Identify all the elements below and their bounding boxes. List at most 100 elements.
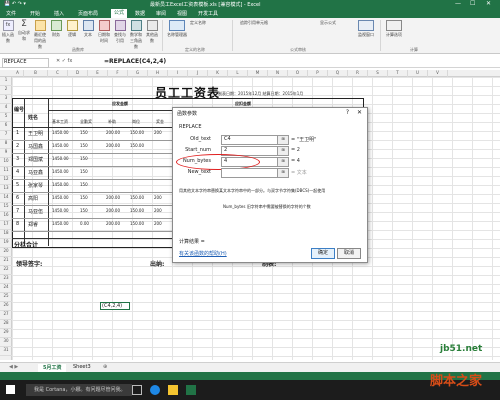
name-box[interactable]: REPLACE: [2, 58, 49, 68]
column-header[interactable]: A: [12, 70, 24, 77]
column-header[interactable]: J: [188, 70, 208, 77]
row-header[interactable]: 15: [0, 203, 12, 212]
cortana-search-box[interactable]: 我是 Cortana，小娜。有问题尽管问我。: [26, 384, 132, 396]
date-time-button[interactable]: 日期和时间: [98, 20, 110, 44]
minimize-button[interactable]: —: [455, 0, 461, 7]
windows-start-icon[interactable]: [6, 385, 15, 394]
column-header[interactable]: I: [168, 70, 188, 77]
new-text-input[interactable]: [221, 168, 279, 178]
calculation-options-button[interactable]: 计算选项: [384, 20, 404, 38]
task-view-icon[interactable]: [132, 385, 142, 395]
row-header[interactable]: 24: [0, 284, 12, 293]
column-header[interactable]: T: [388, 70, 408, 77]
row-header[interactable]: 31: [0, 347, 12, 356]
row-header[interactable]: 19: [0, 239, 12, 248]
row-header[interactable]: 14: [0, 194, 12, 203]
row-header[interactable]: 16: [0, 212, 12, 221]
column-header[interactable]: L: [228, 70, 248, 77]
row-header[interactable]: 17: [0, 221, 12, 230]
row-header[interactable]: 22: [0, 266, 12, 275]
define-name-button[interactable]: 定义名称: [190, 20, 220, 26]
row-header[interactable]: 10: [0, 158, 12, 167]
column-header[interactable]: U: [408, 70, 428, 77]
help-icon[interactable]: ?: [346, 109, 349, 116]
logical-button[interactable]: 逻辑: [66, 20, 78, 38]
column-header[interactable]: M: [248, 70, 268, 77]
watch-window-button[interactable]: 监视窗口: [356, 20, 376, 38]
row-header[interactable]: 11: [0, 167, 12, 176]
tab-insert[interactable]: 插入: [51, 10, 67, 17]
row-header[interactable]: 4: [0, 104, 12, 113]
tab-file[interactable]: 文件: [3, 10, 19, 17]
formula-bar-buttons[interactable]: ✕ ✓ fx: [56, 58, 72, 64]
row-header[interactable]: 18: [0, 230, 12, 239]
text-button[interactable]: 文本: [82, 20, 94, 38]
range-select-icon[interactable]: ⊞: [277, 168, 289, 178]
column-header[interactable]: F: [108, 70, 128, 77]
close-window-button[interactable]: ✕: [486, 0, 491, 7]
row-header[interactable]: 27: [0, 311, 12, 320]
financial-button[interactable]: 财务: [50, 20, 62, 38]
column-header[interactable]: H: [148, 70, 168, 77]
help-link[interactable]: 有关该函数的帮助(H): [179, 250, 227, 257]
tab-formulas[interactable]: 公式: [111, 9, 128, 18]
row-header[interactable]: 28: [0, 320, 12, 329]
lookup-reference-button[interactable]: 查找与引用: [114, 20, 126, 44]
maximize-button[interactable]: ☐: [470, 0, 475, 7]
column-header[interactable]: R: [348, 70, 368, 77]
row-header[interactable]: 26: [0, 302, 12, 311]
row-header[interactable]: 8: [0, 140, 12, 149]
column-header[interactable]: K: [208, 70, 228, 77]
column-header[interactable]: O: [288, 70, 308, 77]
range-select-icon[interactable]: ⊞: [277, 157, 289, 167]
formula-input[interactable]: =REPLACE(C4,2,4): [104, 58, 166, 65]
range-select-icon[interactable]: ⊞: [277, 135, 289, 145]
excel-taskbar-icon[interactable]: [186, 385, 196, 395]
column-header[interactable]: B: [24, 70, 48, 77]
row-header[interactable]: 5: [0, 113, 12, 122]
file-explorer-icon[interactable]: [168, 385, 178, 395]
range-select-icon[interactable]: ⊞: [277, 146, 289, 156]
tab-home[interactable]: 开始: [27, 10, 43, 17]
row-header[interactable]: 21: [0, 257, 12, 266]
row-header[interactable]: 1: [0, 77, 12, 86]
dialog-close-button[interactable]: ✕: [357, 109, 362, 116]
row-header[interactable]: 9: [0, 149, 12, 158]
row-header[interactable]: 23: [0, 275, 12, 284]
tab-review[interactable]: 审阅: [153, 10, 169, 17]
row-header[interactable]: 13: [0, 185, 12, 194]
tab-view[interactable]: 视图: [174, 10, 190, 17]
active-cell-editor[interactable]: (C4,2,4): [100, 302, 130, 310]
edge-browser-icon[interactable]: [150, 385, 160, 395]
row-header[interactable]: 2: [0, 86, 12, 95]
column-header[interactable]: S: [368, 70, 388, 77]
ok-button[interactable]: 确定: [311, 248, 335, 259]
add-sheet-button[interactable]: ⊕: [98, 364, 112, 372]
column-header[interactable]: G: [128, 70, 148, 77]
row-header[interactable]: 3: [0, 95, 12, 104]
column-header[interactable]: N: [268, 70, 288, 77]
column-header[interactable]: D: [68, 70, 88, 77]
math-trig-button[interactable]: 数学和三角函数: [130, 20, 142, 50]
row-header[interactable]: 30: [0, 338, 12, 347]
column-header[interactable]: C: [48, 70, 68, 77]
column-header[interactable]: P: [308, 70, 328, 77]
insert-function-button[interactable]: fx 插入函数: [2, 20, 14, 44]
column-header[interactable]: Q: [328, 70, 348, 77]
show-formulas-button[interactable]: 显示公式: [320, 20, 350, 26]
more-functions-button[interactable]: 其他函数: [146, 20, 158, 44]
row-header[interactable]: 6: [0, 122, 12, 131]
row-header[interactable]: 20: [0, 248, 12, 257]
recent-functions-button[interactable]: 最近使用的函数: [34, 20, 46, 50]
sheet-nav-arrows[interactable]: ◀ ▶: [4, 364, 23, 372]
row-header[interactable]: 29: [0, 329, 12, 338]
tab-data[interactable]: 数据: [132, 10, 148, 17]
autosum-button[interactable]: Σ 自动求和: [18, 20, 30, 42]
row-header[interactable]: 7: [0, 131, 12, 140]
column-header[interactable]: V: [428, 70, 448, 77]
row-header[interactable]: 25: [0, 293, 12, 302]
old-text-input[interactable]: C4: [221, 135, 279, 145]
name-manager-button[interactable]: 名称管理器: [167, 20, 187, 38]
tab-developer[interactable]: 开发工具: [195, 10, 221, 17]
quick-access-toolbar[interactable]: 💾 ↶ ↷ ▾: [4, 1, 26, 7]
